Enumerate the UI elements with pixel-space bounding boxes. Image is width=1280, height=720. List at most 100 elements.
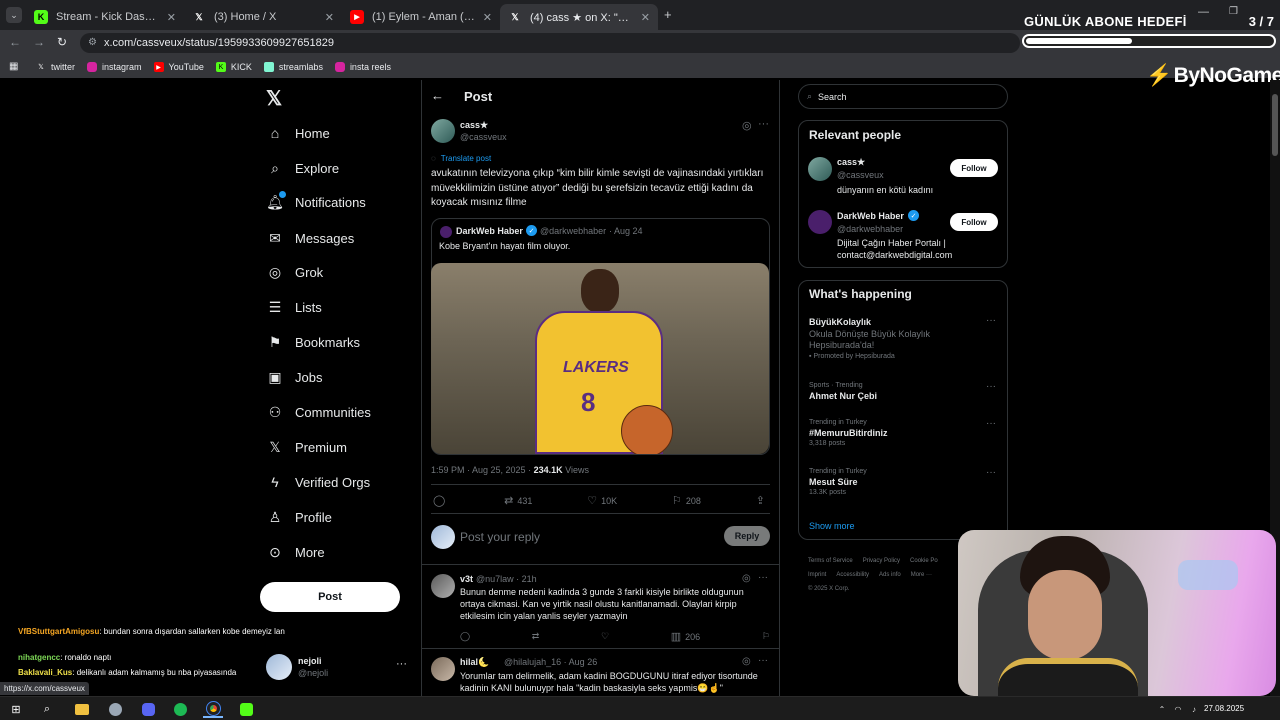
reload-icon[interactable]: ↻: [57, 35, 67, 49]
footer-link[interactable]: Privacy Policy: [863, 558, 900, 564]
nav-bookmarks[interactable]: ⚑ Bookmarks: [266, 333, 360, 351]
file-explorer-icon[interactable]: [72, 700, 92, 718]
windows-start-icon[interactable]: ⊞: [6, 700, 26, 718]
reply-author-name[interactable]: hilal🌜: [460, 657, 489, 668]
nav-verified-orgs[interactable]: ϟ Verified Orgs: [266, 473, 370, 491]
more-icon[interactable]: ···: [758, 118, 769, 130]
bookmark-youtube[interactable]: ▶ YouTube: [153, 62, 204, 72]
more-icon[interactable]: ···: [396, 658, 407, 670]
reply-author-name[interactable]: v3t: [460, 574, 473, 584]
post-button[interactable]: Post: [260, 582, 400, 612]
trend-item[interactable]: Sports · Trending Ahmet Nur Çebi: [809, 382, 999, 401]
author-handle[interactable]: @cassveux: [460, 132, 507, 142]
footer-link[interactable]: Terms of Service: [808, 558, 853, 564]
more-icon[interactable]: ···: [986, 315, 996, 326]
address-bar[interactable]: ⚙ x.com/cassveux/status/1959933609927651…: [80, 33, 1020, 53]
browser-tab-x-post[interactable]: 𝕏 (4) cass ★ on X: "avukatının tele ✕: [500, 4, 658, 30]
search-input[interactable]: ⌕ Search: [798, 84, 1008, 109]
new-tab-icon[interactable]: +: [664, 7, 672, 22]
person-avatar[interactable]: [808, 157, 832, 181]
search-icon[interactable]: ⌕: [37, 700, 57, 718]
post-media-image[interactable]: LAKERS 8: [431, 263, 769, 454]
like-action[interactable]: ♡ 10K: [587, 494, 617, 507]
nav-home[interactable]: ⌂ Home: [266, 124, 330, 142]
more-icon[interactable]: ···: [758, 572, 768, 583]
grok-icon[interactable]: ◎: [742, 656, 751, 667]
bookmark-insta-reels[interactable]: insta reels: [334, 62, 391, 72]
person-name[interactable]: cass★: [837, 157, 865, 168]
more-icon[interactable]: ···: [986, 418, 996, 429]
bookmark-kick[interactable]: K KICK: [215, 62, 252, 72]
footer-link[interactable]: Imprint: [808, 572, 826, 578]
close-icon[interactable]: ✕: [325, 11, 334, 24]
nav-lists[interactable]: ☰ Lists: [266, 298, 322, 316]
account-switcher[interactable]: nejoli @nejoli ···: [266, 654, 416, 684]
close-icon[interactable]: ✕: [167, 11, 176, 24]
follow-button[interactable]: Follow: [950, 213, 998, 231]
spotify-icon[interactable]: [170, 700, 190, 718]
nav-communities[interactable]: ⚇ Communities: [266, 403, 371, 421]
author-avatar[interactable]: [431, 119, 455, 143]
browser-tab-youtube[interactable]: ▶ (1) Eylem - Aman (Official Video) ✕: [342, 4, 500, 30]
bookmark-twitter[interactable]: 𝕏twitter: [36, 62, 75, 72]
footer-link[interactable]: More ···: [911, 572, 932, 578]
reply-button[interactable]: Reply: [724, 526, 770, 546]
author-name[interactable]: cass★: [460, 120, 488, 131]
translate-post-link[interactable]: ◌ Translate post: [431, 154, 491, 163]
views-action[interactable]: ▥ 206: [671, 630, 700, 643]
tab-search-icon[interactable]: ⌄: [6, 7, 22, 23]
more-icon[interactable]: ···: [986, 381, 996, 392]
show-more-link[interactable]: Show more: [809, 521, 855, 531]
chrome-icon[interactable]: [203, 700, 223, 718]
discord-icon[interactable]: [138, 700, 158, 718]
nav-explore[interactable]: ⌕ Explore: [266, 159, 339, 177]
person-avatar[interactable]: [808, 210, 832, 234]
reply-avatar[interactable]: [431, 574, 455, 598]
close-icon[interactable]: ✕: [641, 11, 650, 24]
bookmark-streamlabs[interactable]: streamlabs: [263, 62, 323, 72]
reply-avatar[interactable]: [431, 657, 455, 681]
bookmark-icon[interactable]: ⚐: [762, 631, 770, 642]
close-icon[interactable]: ✕: [483, 11, 492, 24]
reply-input[interactable]: Post your reply: [460, 530, 710, 544]
trend-item[interactable]: Trending in Turkey #MemuruBitirdiniz 3,3…: [809, 419, 999, 447]
forward-icon[interactable]: →: [33, 35, 45, 49]
nav-profile[interactable]: ♙ Profile: [266, 508, 332, 526]
footer-link[interactable]: Ads info: [879, 572, 901, 578]
reply-action[interactable]: ◯: [433, 494, 449, 507]
nav-notifications[interactable]: 🔔︎ Notifications: [266, 191, 366, 211]
nav-messages[interactable]: ✉ Messages: [266, 229, 354, 247]
bookmark-instagram[interactable]: instagram: [87, 62, 142, 72]
scrollbar-thumb[interactable]: [1272, 94, 1278, 156]
kick-studio-icon[interactable]: [236, 700, 256, 718]
more-icon[interactable]: ···: [758, 655, 768, 666]
browser-tab-x-home[interactable]: 𝕏 (3) Home / X ✕: [184, 4, 342, 30]
app-icon[interactable]: [105, 700, 125, 718]
repost-action[interactable]: ⇄ 431: [504, 494, 532, 507]
bookmark-action[interactable]: ⚐ 208: [672, 494, 701, 507]
browser-tab-kick[interactable]: K Stream - Kick Dashboard ✕: [26, 4, 184, 30]
trend-item[interactable]: BüyükKolaylık Okula Dönüşte Büyük Kolayl…: [809, 317, 999, 360]
heart-icon[interactable]: ♡: [601, 631, 609, 642]
site-info-icon[interactable]: ⚙: [88, 37, 97, 48]
follow-button[interactable]: Follow: [950, 159, 998, 177]
nav-jobs[interactable]: ▣ Jobs: [266, 368, 322, 386]
person-name[interactable]: DarkWeb Haber: [837, 211, 904, 221]
share-action[interactable]: ⇪: [756, 494, 769, 507]
back-arrow-icon[interactable]: ←: [431, 88, 444, 103]
trend-item[interactable]: Trending in Turkey Mesut Süre 13.3K post…: [809, 468, 999, 496]
grok-icon[interactable]: ◎: [742, 119, 752, 132]
back-icon[interactable]: ←: [9, 35, 21, 49]
footer-link[interactable]: Cookie Po: [910, 558, 938, 564]
nav-premium[interactable]: 𝕏 Premium: [266, 438, 347, 456]
nav-grok[interactable]: ◎ Grok: [266, 263, 323, 281]
repost-icon[interactable]: ⇄: [532, 631, 540, 642]
grok-icon[interactable]: ◎: [742, 573, 751, 584]
nav-more[interactable]: ⊙ More: [266, 543, 325, 561]
more-icon[interactable]: ···: [986, 467, 996, 478]
footer-link[interactable]: Accessibility: [836, 572, 869, 578]
x-logo-icon[interactable]: 𝕏: [266, 86, 282, 111]
apps-grid-icon[interactable]: ▦: [9, 61, 18, 72]
reply-icon[interactable]: ◯: [460, 631, 470, 642]
volume-icon[interactable]: ♪: [1184, 700, 1204, 718]
